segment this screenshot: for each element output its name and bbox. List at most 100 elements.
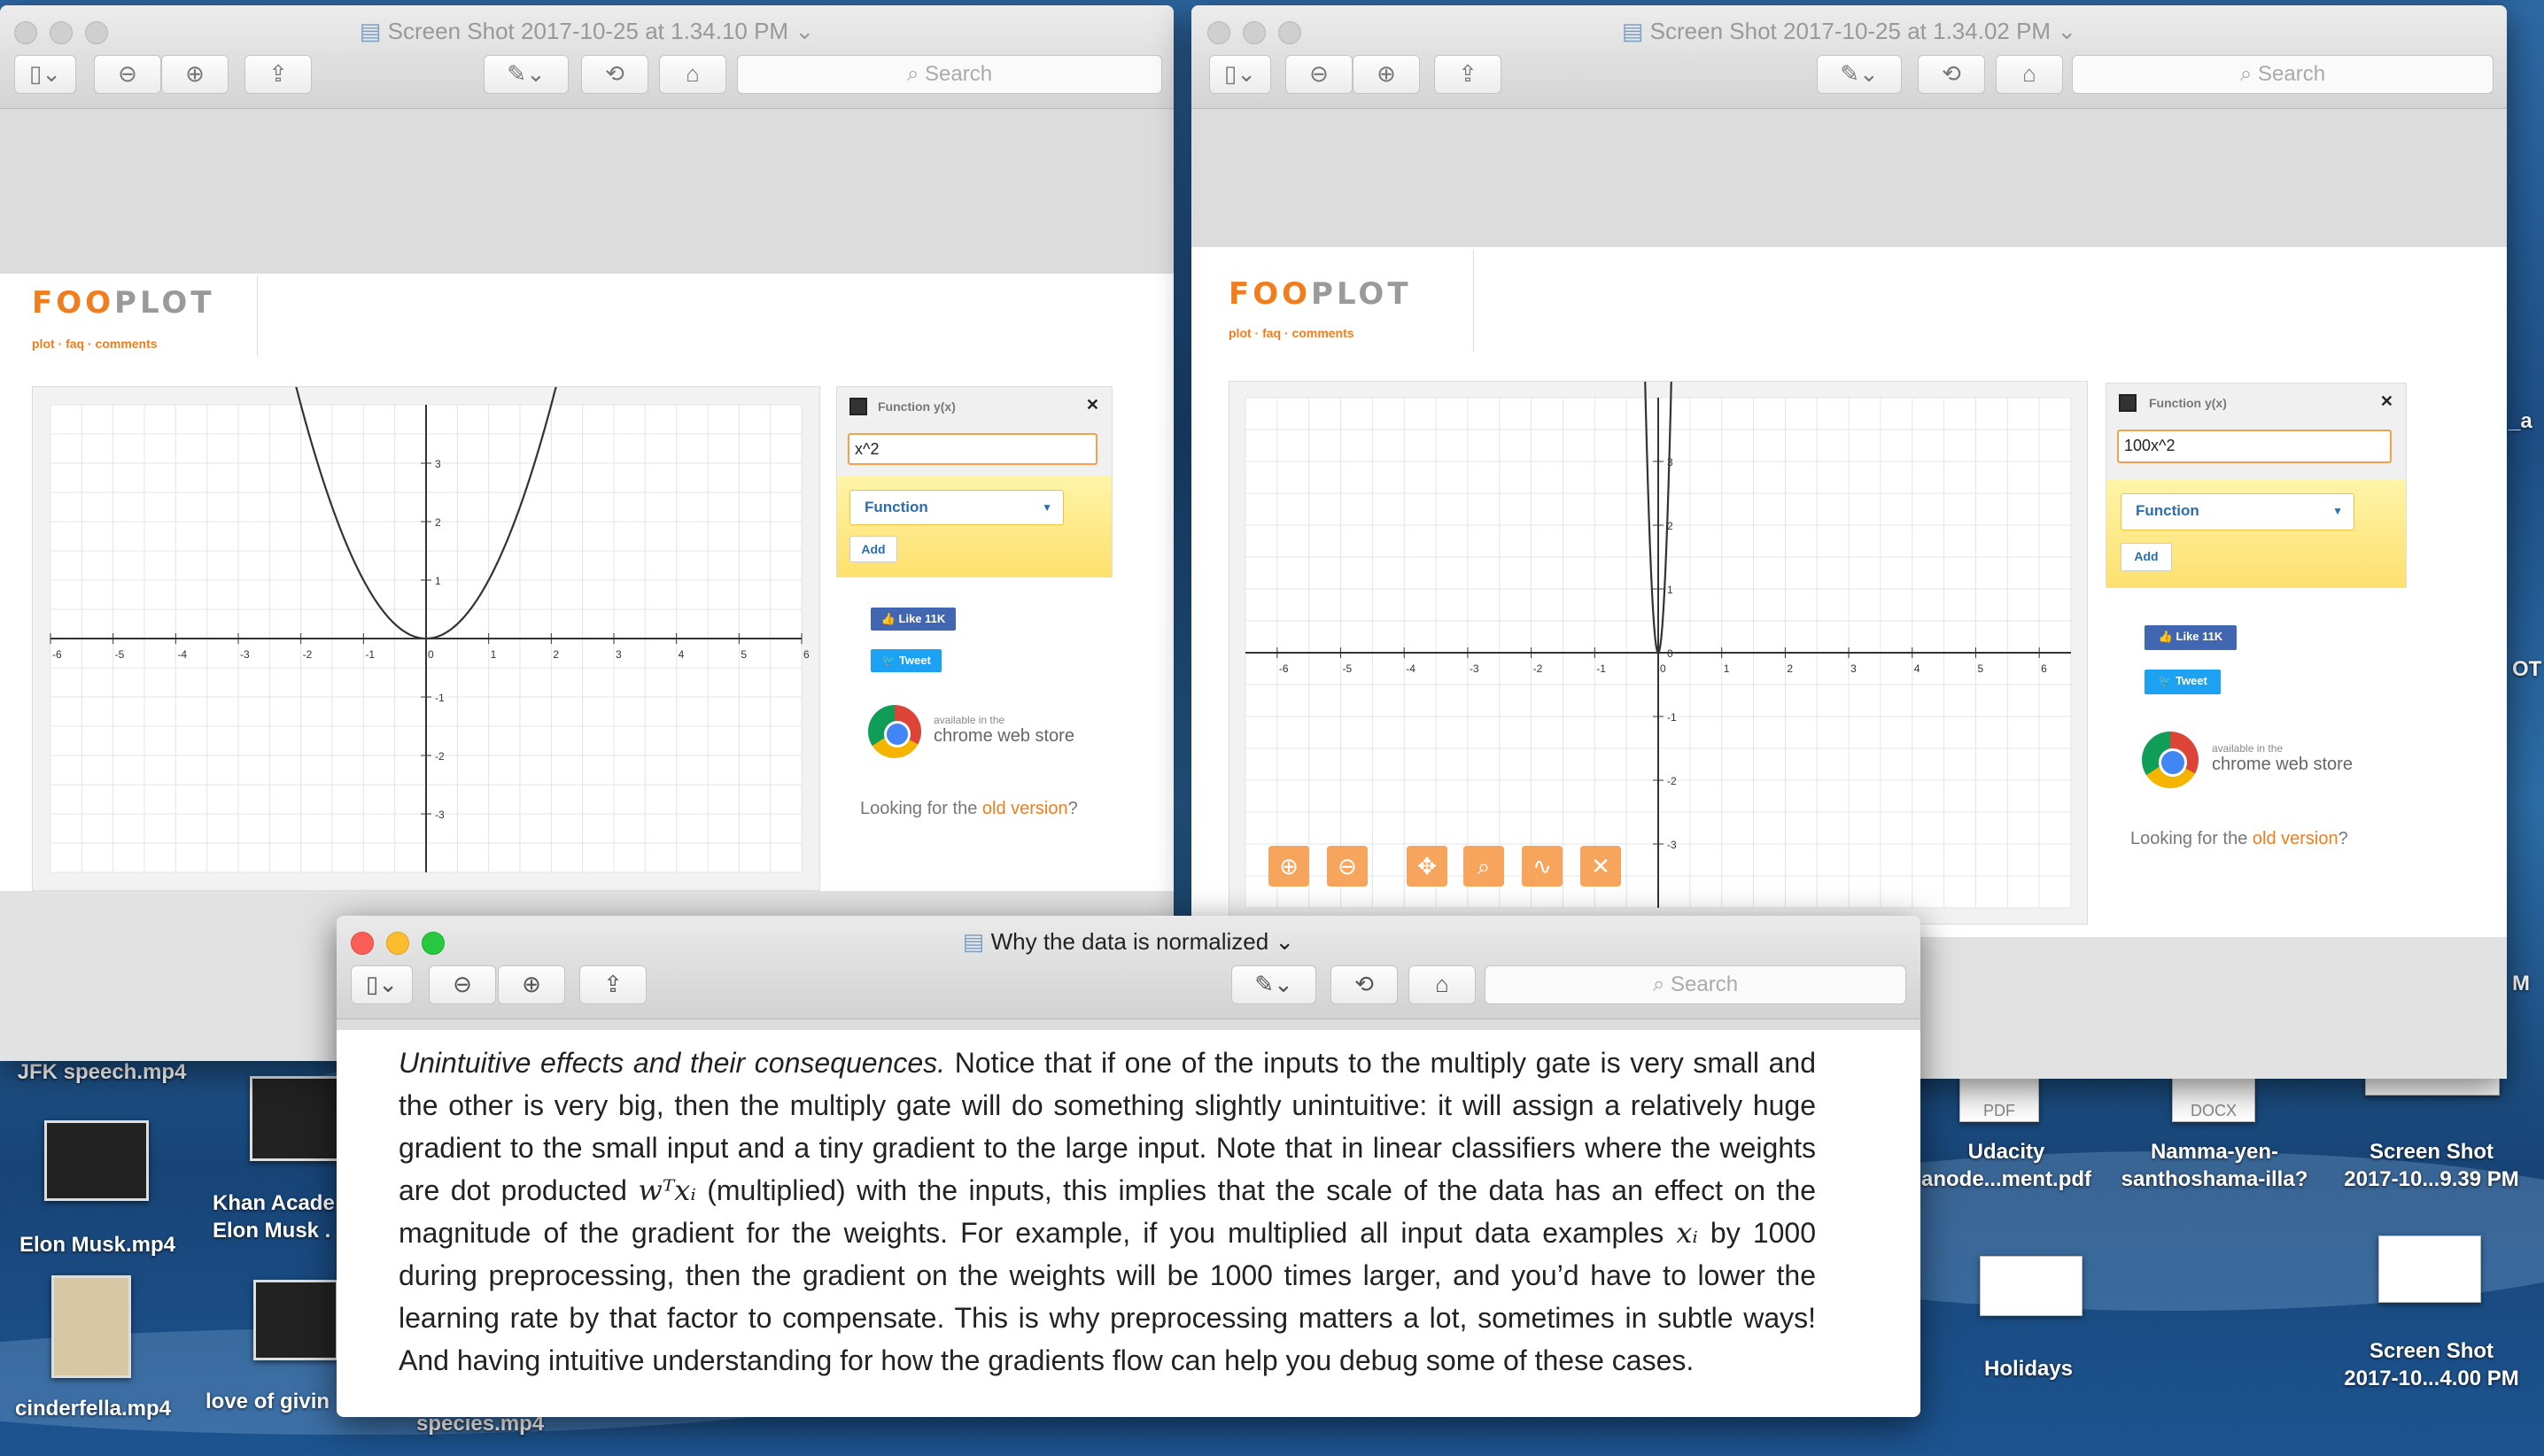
- plot-area[interactable]: -6 -5 -4 -3 -2 -1 0 1 2 3 4 5 6 -3 -2 -1 0 1 2 3 ⊕ ⊖ ✥ ⌕ ∿ …: [1229, 368, 2088, 925]
- sidebar-toggle-button[interactable]: ▯⌄: [1209, 55, 1271, 94]
- markup-button[interactable]: ✎⌄: [484, 55, 569, 94]
- share-button[interactable]: ⇪: [1434, 55, 1501, 94]
- desktop-file-namma[interactable]: Namma-yen- santhoshama-illa?: [2108, 1138, 2321, 1193]
- offscreen-label: _a: [2509, 409, 2532, 433]
- chrome-icon: [868, 705, 921, 758]
- desktop-file-elon-musk[interactable]: Elon Musk.mp4: [0, 1231, 195, 1259]
- divider: [257, 275, 258, 357]
- pdf-file-icon[interactable]: PDF: [1959, 1076, 2039, 1122]
- zoom-in-icon[interactable]: ⊕: [1268, 846, 1309, 887]
- x-tick-label: 4: [1914, 662, 1920, 675]
- function-type-select[interactable]: Function ▼: [849, 490, 1064, 525]
- rotate-button[interactable]: ⟲: [1330, 965, 1398, 1004]
- search-field[interactable]: ⌕ Search: [1485, 965, 1906, 1004]
- desktop-file-cinderfella[interactable]: cinderfella.mp4: [0, 1395, 186, 1422]
- add-button[interactable]: Add: [849, 536, 897, 562]
- function-input[interactable]: x^2: [848, 433, 1097, 465]
- function-plot[interactable]: -6 -5 -4 -3 -2 -1 0 1 2 3 4 5 6 -3 -2 -1 1 2 3: [33, 376, 819, 890]
- nav-links[interactable]: plot · faq · comments: [32, 337, 158, 351]
- function-plot[interactable]: -6 -5 -4 -3 -2 -1 0 1 2 3 4 5 6-3-2-10123: [1229, 368, 2087, 924]
- window-title: ▤ Why the data is normalized ⌄: [962, 928, 1295, 955]
- function-type-select[interactable]: Function ▼: [2121, 493, 2354, 531]
- window-title: ▤ Screen Shot 2017-10-25 at 1.34.10 PM ⌄: [359, 18, 815, 44]
- desktop-file-jfk-speech[interactable]: JFK speech.mp4: [0, 1058, 204, 1086]
- tweet-button[interactable]: 🐦 Tweet: [871, 649, 942, 672]
- desktop-file-screenshot-400[interactable]: Screen Shot 2017-10...4.00 PM: [2321, 1337, 2542, 1392]
- facebook-like-button[interactable]: 👍 Like 11K: [871, 608, 956, 631]
- old-version-link[interactable]: old version: [982, 799, 1068, 818]
- rotate-button[interactable]: ⟲: [581, 55, 648, 94]
- search-field[interactable]: ⌕ Search: [2072, 55, 2494, 94]
- facebook-like-button[interactable]: 👍 Like 11K: [2145, 625, 2237, 650]
- toolbox-button[interactable]: ⌂: [1996, 55, 2063, 94]
- y-tick-label: -2: [1667, 775, 1677, 787]
- desktop-file-udacity[interactable]: Udacity anode...ment.pdf: [1918, 1138, 2095, 1193]
- preview-window-left[interactable]: ▤ Screen Shot 2017-10-25 at 1.34.10 PM ⌄…: [0, 5, 1174, 1061]
- nav-links[interactable]: plot · faq · comments: [1229, 326, 1354, 340]
- chevron-down-icon: ▼: [1042, 501, 1052, 514]
- desktop-file-love-of-giving[interactable]: love of givin: [206, 1388, 338, 1415]
- chrome-web-store-link[interactable]: available in the chrome web store: [2212, 742, 2353, 775]
- zoom-out-button[interactable]: ⊖: [94, 55, 161, 94]
- title-bar[interactable]: ▤ Screen Shot 2017-10-25 at 1.34.10 PM ⌄…: [0, 5, 1174, 109]
- zoom-out-button[interactable]: ⊖: [1285, 55, 1353, 94]
- chrome-web-store-link[interactable]: available in the chrome web store: [934, 714, 1074, 747]
- x-tick-label: -1: [1596, 662, 1606, 675]
- plot-area[interactable]: -6 -5 -4 -3 -2 -1 0 1 2 3 4 5 6 -3 -2 -1 1 2 3: [32, 376, 820, 891]
- color-swatch[interactable]: [2119, 394, 2137, 412]
- document-icon: ▤: [359, 18, 388, 44]
- video-thumbnail[interactable]: [250, 1076, 344, 1161]
- intersect-icon[interactable]: ✕: [1580, 846, 1621, 887]
- video-thumbnail[interactable]: [44, 1120, 149, 1201]
- docx-file-icon[interactable]: DOCX: [2172, 1076, 2255, 1122]
- pan-icon[interactable]: ✥: [1407, 846, 1447, 887]
- preview-window-document[interactable]: ▤ Why the data is normalized ⌄ ▯⌄ ⊖ ⊕ ⇪ …: [337, 916, 1920, 1417]
- zoom-out-icon[interactable]: ⊖: [1327, 846, 1368, 887]
- tweet-button[interactable]: 🐦 Tweet: [2145, 670, 2221, 694]
- zoom-box-icon[interactable]: ⌕: [1463, 846, 1504, 887]
- x-tick-label: -3: [240, 648, 250, 661]
- trace-icon[interactable]: ∿: [1522, 846, 1563, 887]
- zoom-in-button[interactable]: ⊕: [1353, 55, 1420, 94]
- video-thumbnail[interactable]: [51, 1275, 131, 1378]
- desktop-file-holidays[interactable]: Holidays: [1949, 1355, 2108, 1382]
- y-tick-label: 0: [1667, 647, 1673, 660]
- close-icon[interactable]: ✕: [1086, 396, 1099, 414]
- chevron-down-icon: ▼: [2332, 505, 2343, 517]
- function-input[interactable]: 100x^2: [2117, 430, 2392, 463]
- zoom-in-button[interactable]: ⊕: [498, 965, 565, 1004]
- zoom-out-button[interactable]: ⊖: [429, 965, 496, 1004]
- toolbox-button[interactable]: ⌂: [1408, 965, 1476, 1004]
- title-bar[interactable]: ▤ Why the data is normalized ⌄ ▯⌄ ⊖ ⊕ ⇪ …: [337, 916, 1920, 1019]
- old-version-link[interactable]: old version: [2253, 829, 2338, 848]
- close-icon[interactable]: ✕: [2380, 392, 2393, 411]
- desktop-file-khan-academy[interactable]: Khan Acade Elon Musk .: [213, 1189, 345, 1244]
- title-bar[interactable]: ▤ Screen Shot 2017-10-25 at 1.34.02 PM ⌄…: [1191, 5, 2507, 109]
- search-field[interactable]: ⌕ Search: [737, 55, 1162, 94]
- share-button[interactable]: ⇪: [244, 55, 312, 94]
- share-button[interactable]: ⇪: [579, 965, 647, 1004]
- document-icon: ▤: [1621, 18, 1650, 44]
- fooplot-logo[interactable]: FOOPLOT: [1229, 276, 1412, 312]
- screenshot-thumbnail[interactable]: [2365, 1076, 2500, 1096]
- screenshot-top-gap: [0, 109, 1174, 274]
- markup-button[interactable]: ✎⌄: [1817, 55, 1902, 94]
- document-paragraph: Unintuitive effects and their consequenc…: [399, 1047, 1817, 1376]
- desktop-file-screenshot-939[interactable]: Screen Shot 2017-10...9.39 PM: [2321, 1138, 2542, 1193]
- spreadsheet-icon[interactable]: [1980, 1256, 2083, 1316]
- fooplot-logo[interactable]: FOOPLOT: [32, 285, 215, 321]
- x-tick-label: 5: [741, 648, 747, 661]
- screenshot-thumbnail[interactable]: [2378, 1235, 2481, 1303]
- zoom-in-button[interactable]: ⊕: [161, 55, 229, 94]
- x-tick-label: 5: [1977, 662, 1983, 675]
- sidebar-toggle-button[interactable]: ▯⌄: [351, 965, 413, 1004]
- markup-button[interactable]: ✎⌄: [1231, 965, 1316, 1004]
- toolbox-button[interactable]: ⌂: [659, 55, 726, 94]
- y-tick-label: -2: [435, 750, 445, 763]
- sidebar-toggle-button[interactable]: ▯⌄: [14, 55, 76, 94]
- y-tick-label: -3: [435, 809, 445, 821]
- color-swatch[interactable]: [849, 398, 867, 415]
- rotate-button[interactable]: ⟲: [1918, 55, 1985, 94]
- video-thumbnail[interactable]: [253, 1280, 338, 1360]
- add-button[interactable]: Add: [2121, 543, 2172, 571]
